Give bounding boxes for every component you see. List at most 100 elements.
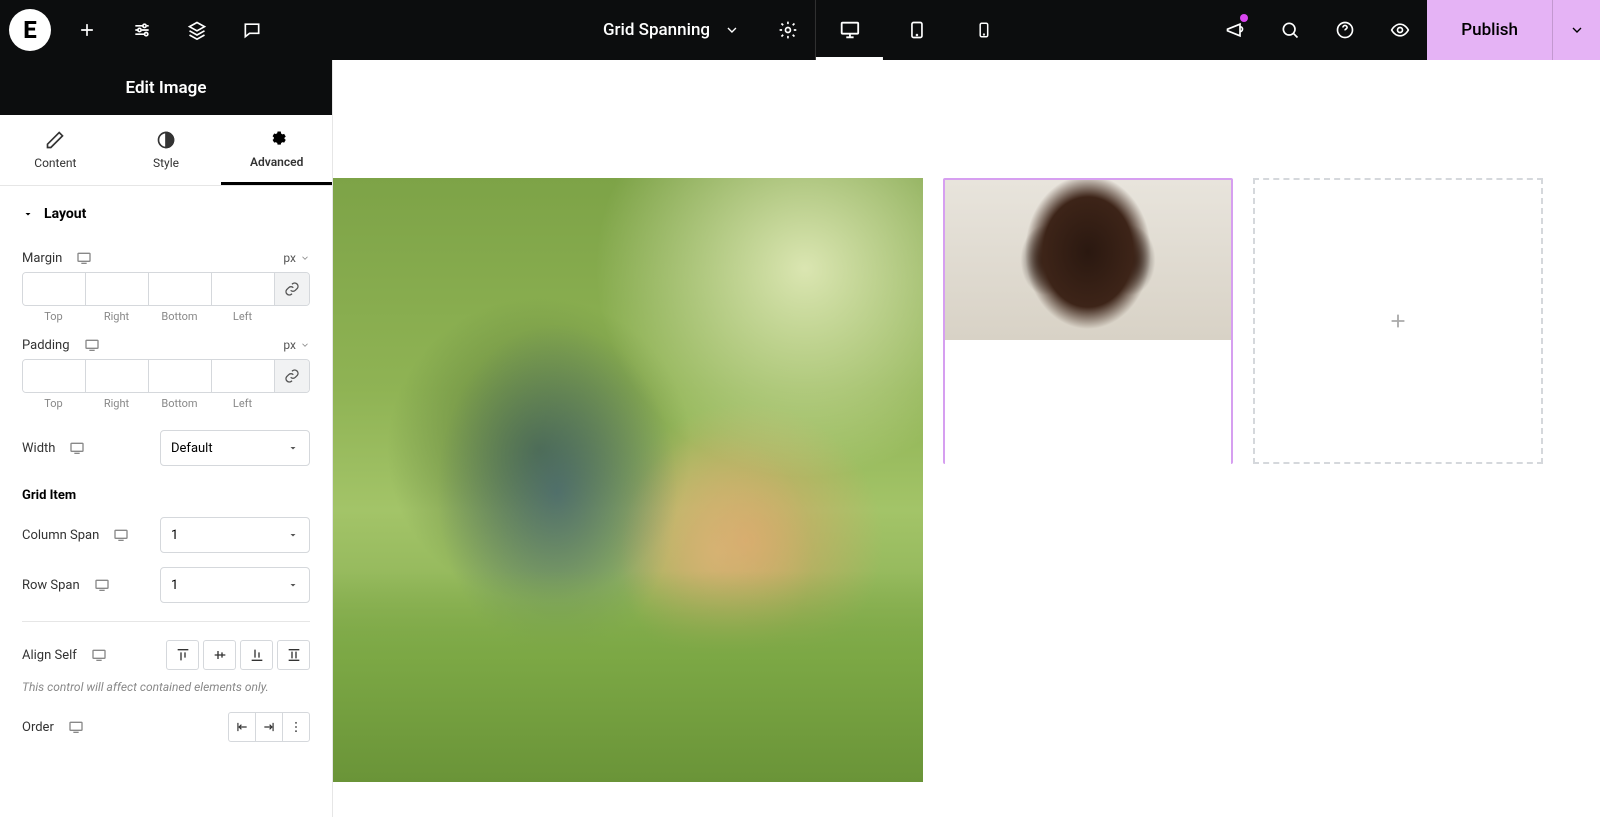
device-mobile-button[interactable]: [950, 0, 1017, 60]
add-icon: [77, 20, 97, 40]
grid-cell-selected[interactable]: [943, 178, 1233, 464]
grid-container[interactable]: [333, 178, 1600, 782]
tab-style-label: Style: [153, 156, 179, 170]
align-stretch-button[interactable]: [277, 640, 310, 670]
grid-cell-empty[interactable]: [1253, 178, 1543, 464]
grid-cell-image-large[interactable]: [333, 178, 923, 782]
chevron-down-icon: [287, 442, 299, 454]
margin-inputs: [22, 272, 310, 306]
finder-button[interactable]: [1262, 0, 1317, 60]
align-end-button[interactable]: [240, 640, 273, 670]
padding-top-input[interactable]: [23, 360, 86, 392]
help-button[interactable]: [1317, 0, 1372, 60]
order-buttons: [228, 712, 310, 742]
tab-advanced[interactable]: Advanced: [221, 115, 332, 185]
gear-icon: [267, 129, 287, 149]
mobile-icon: [975, 21, 993, 39]
align-self-label: Align Self: [22, 647, 107, 663]
margin-link-toggle[interactable]: [275, 273, 309, 305]
responsive-icon[interactable]: [76, 250, 92, 266]
editor-canvas[interactable]: [333, 60, 1600, 817]
link-icon: [284, 368, 300, 384]
add-widget-button[interactable]: [59, 0, 114, 60]
layout-section-title: Layout: [44, 206, 86, 222]
tab-style[interactable]: Style: [111, 115, 222, 185]
order-end-button[interactable]: [255, 712, 283, 742]
margin-top-input[interactable]: [23, 273, 86, 305]
tune-icon: [132, 20, 152, 40]
layers-icon: [187, 20, 207, 40]
margin-unit-selector[interactable]: px: [283, 251, 310, 265]
responsive-icon[interactable]: [84, 337, 100, 353]
responsive-icon[interactable]: [69, 440, 85, 456]
align-start-button[interactable]: [166, 640, 199, 670]
device-tablet-button[interactable]: [883, 0, 950, 60]
chevron-down-icon: [724, 22, 740, 38]
tab-content[interactable]: Content: [0, 115, 111, 185]
whats-new-button[interactable]: [1207, 0, 1262, 60]
structure-button[interactable]: [169, 0, 224, 60]
notes-button[interactable]: [224, 0, 279, 60]
preview-button[interactable]: [1372, 0, 1427, 60]
align-self-row: Align Self: [22, 640, 310, 670]
margin-left-input[interactable]: [212, 273, 275, 305]
padding-link-toggle[interactable]: [275, 360, 309, 392]
responsive-icon[interactable]: [91, 647, 107, 663]
row-span-select[interactable]: 1: [160, 567, 310, 603]
width-label: Width: [22, 440, 85, 456]
elementor-logo[interactable]: E: [9, 9, 51, 51]
order-label: Order: [22, 719, 84, 735]
page-settings-button[interactable]: [760, 0, 815, 60]
divider: [22, 621, 310, 622]
help-icon: [1335, 20, 1355, 40]
order-start-button[interactable]: [228, 712, 256, 742]
page-title: Grid Spanning: [603, 20, 710, 40]
order-custom-button[interactable]: [282, 712, 310, 742]
announce-icon: [1225, 20, 1245, 40]
notification-dot: [1240, 14, 1248, 22]
panel-tabs: Content Style Advanced: [0, 115, 332, 186]
margin-right-input[interactable]: [86, 273, 149, 305]
chevron-down-icon: [287, 579, 299, 591]
padding-left-input[interactable]: [212, 360, 275, 392]
editor-panel: Edit Image Content Style Advanced Layout…: [0, 60, 333, 817]
column-span-select[interactable]: 1: [160, 517, 310, 553]
padding-bottom-input[interactable]: [149, 360, 212, 392]
padding-label: Padding: [22, 337, 100, 353]
responsive-icon[interactable]: [113, 527, 129, 543]
padding-unit-selector[interactable]: px: [283, 338, 310, 352]
padding-right-input[interactable]: [86, 360, 149, 392]
settings-icon: [778, 20, 798, 40]
margin-label: Margin: [22, 250, 92, 266]
responsive-icon[interactable]: [68, 719, 84, 735]
site-settings-button[interactable]: [114, 0, 169, 60]
margin-control-row: Margin px: [22, 250, 310, 266]
caret-down-icon: [22, 208, 34, 220]
panel-title: Edit Image: [0, 60, 332, 115]
width-select[interactable]: Default: [160, 430, 310, 466]
align-center-button[interactable]: [203, 640, 236, 670]
margin-dim-labels: Top Right Bottom Left: [22, 306, 310, 323]
preview-icon: [1390, 20, 1410, 40]
column-span-label: Column Span: [22, 527, 129, 543]
plus-icon: [1387, 310, 1409, 332]
margin-bottom-input[interactable]: [149, 273, 212, 305]
page-title-dropdown[interactable]: Grid Spanning: [583, 0, 760, 60]
grid-item-heading: Grid Item: [22, 488, 310, 503]
row-span-label: Row Span: [22, 577, 110, 593]
chevron-down-icon: [300, 253, 310, 263]
chevron-down-icon: [300, 340, 310, 350]
align-hint: This control will affect contained eleme…: [22, 680, 310, 694]
layout-section-toggle[interactable]: Layout: [22, 186, 310, 236]
padding-dim-labels: Top Right Bottom Left: [22, 393, 310, 410]
toolbar-right-group: Publish: [1207, 0, 1600, 60]
publish-button[interactable]: Publish: [1427, 0, 1552, 60]
responsive-icon[interactable]: [94, 577, 110, 593]
image-man-dog-park: [333, 178, 923, 782]
publish-options-button[interactable]: [1552, 0, 1600, 60]
desktop-icon: [839, 19, 861, 41]
contrast-icon: [156, 130, 176, 150]
panel-body: Layout Margin px Top Right Bottom: [0, 186, 332, 817]
tab-content-label: Content: [34, 156, 76, 170]
device-desktop-button[interactable]: [816, 0, 883, 60]
